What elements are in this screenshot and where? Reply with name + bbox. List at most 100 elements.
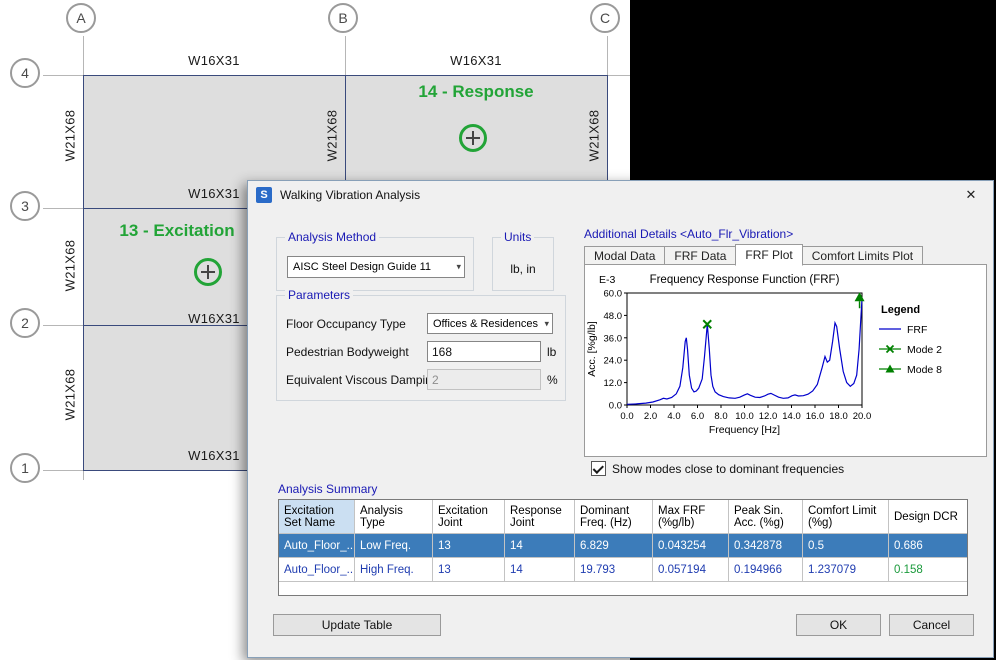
beam-label-w16x31: W16X31 <box>180 311 248 326</box>
summary-cell[interactable]: 1.237079 <box>803 558 889 582</box>
analysis-summary-table[interactable]: ExcitationSet NameAnalysisTypeExcitation… <box>278 499 968 596</box>
tab-comfort-limits-plot[interactable]: Comfort Limits Plot <box>802 246 923 265</box>
dropdown-arrow-icon: ▾ <box>544 318 549 329</box>
show-modes-checkbox[interactable] <box>591 461 606 476</box>
beam-line <box>83 75 84 471</box>
dropdown-arrow-icon: ▾ <box>456 262 461 273</box>
summary-table-empty-space <box>279 582 967 595</box>
summary-cell[interactable]: 0.686 <box>889 534 967 558</box>
beam-label-w21x68: W21X68 <box>63 231 78 301</box>
summary-cell[interactable]: High Freq. <box>355 558 433 582</box>
show-modes-row[interactable]: Show modes close to dominant frequencies <box>591 461 844 476</box>
bodyweight-label: Pedestrian Bodyweight <box>286 345 409 359</box>
x-tick-label: 10.0 <box>735 411 754 422</box>
summary-cell[interactable]: Auto_Floor_... <box>279 558 355 582</box>
cancel-button[interactable]: Cancel <box>889 614 974 636</box>
summary-header-cell[interactable]: ExcitationSet Name <box>279 500 355 534</box>
x-tick-label: 2.0 <box>644 411 657 422</box>
grid-bubble-C: C <box>590 3 620 33</box>
dialog-title: Walking Vibration Analysis <box>280 188 420 202</box>
response-joint-marker <box>459 124 487 152</box>
occupancy-select[interactable]: Offices & Residences ▾ <box>427 313 553 334</box>
x-tick-label: 4.0 <box>667 411 680 422</box>
ok-button[interactable]: OK <box>796 614 881 636</box>
y-tick-label: 48.0 <box>604 311 623 322</box>
summary-row[interactable]: Auto_Floor_...Low Freq.13146.8290.043254… <box>279 534 967 558</box>
legend-entry-label: Mode 8 <box>907 364 942 376</box>
y-axis-label: Acc. [%g/lb] <box>586 321 598 377</box>
excitation-joint-marker <box>194 258 222 286</box>
grid-bubble-B: B <box>328 3 358 33</box>
beam-label-w16x31: W16X31 <box>442 53 510 68</box>
summary-cell[interactable]: 6.829 <box>575 534 653 558</box>
summary-header-cell[interactable]: Max FRF(%g/lb) <box>653 500 729 534</box>
summary-header-cell[interactable]: Peak Sin.Acc. (%g) <box>729 500 803 534</box>
x-tick-label: 6.0 <box>691 411 704 422</box>
grid-bubble-1: 1 <box>10 453 40 483</box>
summary-header-cell[interactable]: ExcitationJoint <box>433 500 505 534</box>
x-axis-label: Frequency [Hz] <box>709 424 780 436</box>
excitation-joint-label: 13 - Excitation <box>97 221 257 241</box>
units-group: Units lb, in <box>492 237 554 291</box>
beam-label-w16x31: W16X31 <box>180 53 248 68</box>
tab-frf-plot[interactable]: FRF Plot <box>735 244 802 266</box>
occupancy-value: Offices & Residences <box>433 318 538 330</box>
dialog-titlebar[interactable]: S Walking Vibration Analysis ✕ <box>248 181 993 209</box>
app-icon: S <box>256 187 272 203</box>
y-tick-label: 36.0 <box>604 333 623 344</box>
show-modes-label: Show modes close to dominant frequencies <box>612 462 844 476</box>
x-tick-label: 20.0 <box>853 411 872 422</box>
bodyweight-input[interactable]: 168 <box>427 341 541 362</box>
damping-unit: % <box>547 373 558 387</box>
joint-cross-icon <box>472 131 474 145</box>
summary-header-cell[interactable]: DominantFreq. (Hz) <box>575 500 653 534</box>
damping-input: 2 <box>427 369 541 390</box>
frf-chart: Frequency Response Function (FRF) E-3 Freq… <box>585 265 986 456</box>
chart-title: Frequency Response Function (FRF) <box>650 274 840 286</box>
summary-header-row: ExcitationSet NameAnalysisTypeExcitation… <box>279 500 967 534</box>
scale-note: E-3 <box>599 274 616 286</box>
occupancy-label: Floor Occupancy Type <box>286 317 406 331</box>
summary-cell[interactable]: 0.342878 <box>729 534 803 558</box>
summary-row[interactable]: Auto_Floor_...High Freq.131419.7930.0571… <box>279 558 967 582</box>
beam-label-w21x68: W21X68 <box>63 101 78 171</box>
analysis-method-select[interactable]: AISC Steel Design Guide 11 ▾ <box>287 256 465 278</box>
legend-entry-label: FRF <box>907 324 927 336</box>
analysis-summary-label: Analysis Summary <box>278 482 377 496</box>
summary-header-cell[interactable]: ResponseJoint <box>505 500 575 534</box>
summary-cell[interactable]: 0.057194 <box>653 558 729 582</box>
close-icon[interactable]: ✕ <box>957 185 985 205</box>
tab-frf-data[interactable]: FRF Data <box>664 246 736 265</box>
bodyweight-unit: lb <box>547 345 556 359</box>
update-table-button[interactable]: Update Table <box>273 614 441 636</box>
summary-cell[interactable]: 0.043254 <box>653 534 729 558</box>
summary-cell[interactable]: Auto_Floor_... <box>279 534 355 558</box>
summary-header-cell[interactable]: Design DCR <box>889 500 967 534</box>
analysis-method-value: AISC Steel Design Guide 11 <box>293 261 431 273</box>
summary-cell[interactable]: 14 <box>505 558 575 582</box>
tab-modal-data[interactable]: Modal Data <box>584 246 665 265</box>
summary-cell[interactable]: 13 <box>433 534 505 558</box>
grid-bubble-4: 4 <box>10 58 40 88</box>
walking-vibration-dialog: S Walking Vibration Analysis ✕ Analysis … <box>247 180 994 658</box>
plot-frame <box>627 293 862 405</box>
additional-details-label: Additional Details <Auto_Flr_Vibration> <box>584 227 793 241</box>
units-group-label: Units <box>501 230 534 244</box>
summary-cell[interactable]: 19.793 <box>575 558 653 582</box>
summary-header-cell[interactable]: Comfort Limit(%g) <box>803 500 889 534</box>
analysis-method-group-label: Analysis Method <box>285 230 379 244</box>
beam-label-w21x68: W21X68 <box>587 101 602 171</box>
x-tick-label: 16.0 <box>806 411 825 422</box>
joint-cross-icon <box>207 265 209 279</box>
y-tick-label: 60.0 <box>604 289 623 300</box>
summary-cell[interactable]: 0.194966 <box>729 558 803 582</box>
summary-header-cell[interactable]: AnalysisType <box>355 500 433 534</box>
summary-cell[interactable]: 0.5 <box>803 534 889 558</box>
summary-cell[interactable]: 13 <box>433 558 505 582</box>
beam-label-w16x31: W16X31 <box>180 186 248 201</box>
summary-cell[interactable]: 0.158 <box>889 558 967 582</box>
summary-cell[interactable]: Low Freq. <box>355 534 433 558</box>
x-tick-label: 8.0 <box>714 411 727 422</box>
summary-cell[interactable]: 14 <box>505 534 575 558</box>
parameters-group-label: Parameters <box>285 288 353 302</box>
